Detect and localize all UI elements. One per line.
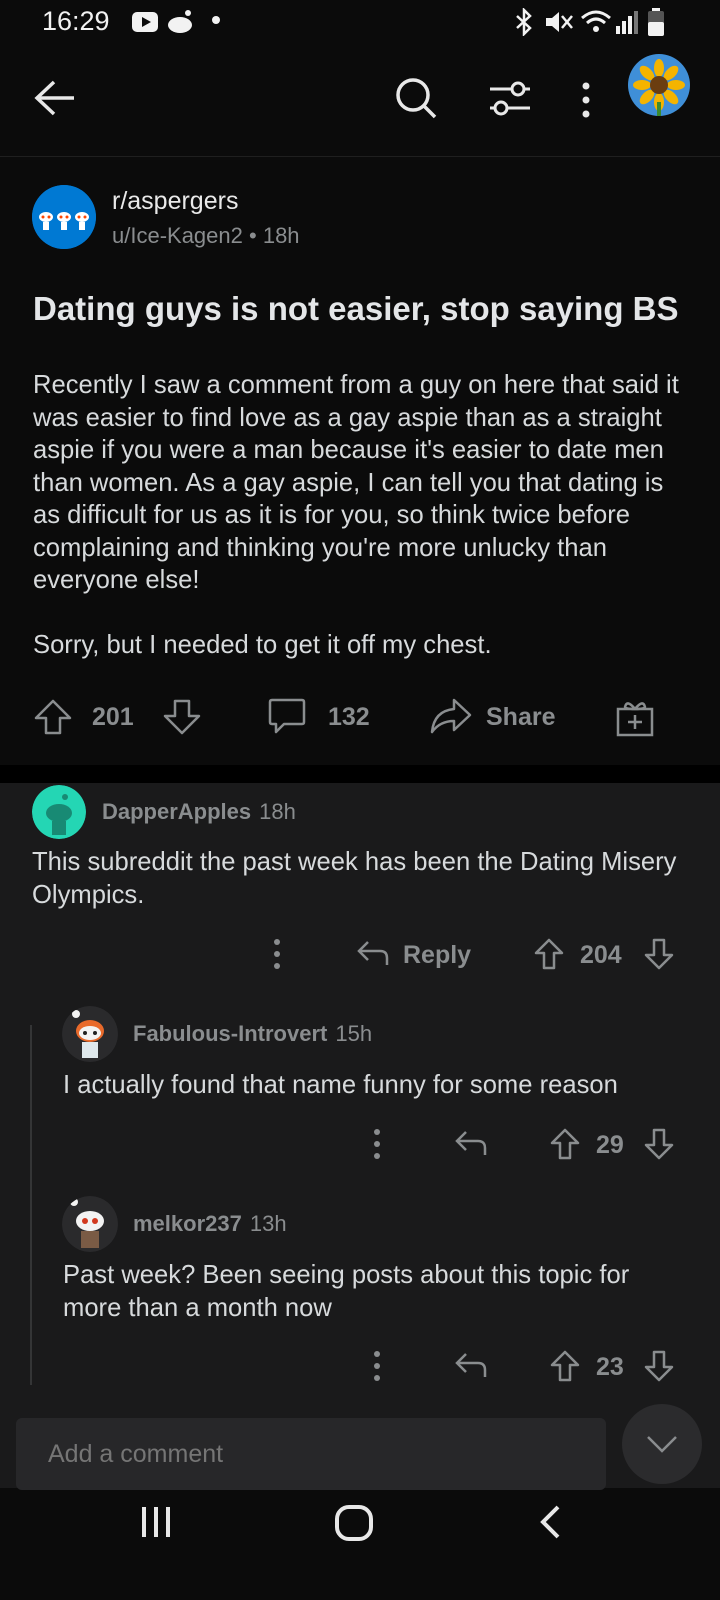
top-app-bar xyxy=(0,46,720,157)
scroll-next-button[interactable] xyxy=(622,1404,702,1484)
comment-avatar[interactable] xyxy=(62,1006,118,1062)
comment-author-name[interactable]: DapperApples xyxy=(102,799,251,824)
post-title: Dating guys is not easier, stop saying B… xyxy=(33,290,679,327)
post-body: Recently I saw a comment from a guy on h… xyxy=(33,371,679,659)
comment-vote-count: 23 xyxy=(596,1353,624,1381)
more-vertical-icon[interactable] xyxy=(372,1128,382,1160)
reply-button[interactable]: Reply xyxy=(403,941,471,970)
reply-icon[interactable] xyxy=(454,1350,488,1380)
notification-dot-icon xyxy=(212,16,220,24)
comment-avatar[interactable] xyxy=(62,1196,118,1252)
thread-line[interactable] xyxy=(30,1025,32,1385)
more-vertical-icon[interactable] xyxy=(272,938,282,970)
home-icon[interactable] xyxy=(334,1504,374,1542)
post-meta: u/Ice-Kagen2 • 18h xyxy=(112,223,300,249)
more-vertical-icon[interactable] xyxy=(372,1350,382,1382)
bluetooth-icon xyxy=(516,8,532,36)
post-age: 18h xyxy=(262,223,300,248)
comment-author[interactable]: DapperApples 18h xyxy=(102,799,296,825)
subreddit-avatar[interactable] xyxy=(32,185,96,249)
comment-icon[interactable] xyxy=(268,697,306,735)
post-comment-count[interactable]: 132 xyxy=(328,703,370,732)
back-nav-icon[interactable] xyxy=(538,1504,564,1540)
downvote-icon[interactable] xyxy=(644,1128,674,1160)
comment-author[interactable]: Fabulous-Introvert 15h xyxy=(133,1021,372,1047)
comment-age: 18h xyxy=(259,799,296,824)
chevron-down-icon xyxy=(647,1436,677,1453)
comment-author[interactable]: melkor237 13h xyxy=(133,1211,287,1237)
reddit-notification-icon xyxy=(168,10,192,33)
downvote-icon[interactable] xyxy=(644,1350,674,1382)
comment-age: 13h xyxy=(249,1211,287,1236)
comment-body: I actually found that name funny for som… xyxy=(63,1071,618,1099)
section-divider xyxy=(0,765,720,783)
comment-avatar[interactable] xyxy=(32,785,86,839)
reply-icon[interactable] xyxy=(356,938,390,968)
downvote-icon[interactable] xyxy=(644,938,674,970)
award-gift-icon[interactable] xyxy=(615,697,655,737)
arrow-left-icon[interactable] xyxy=(34,80,76,116)
upvote-icon[interactable] xyxy=(534,938,564,970)
search-icon[interactable] xyxy=(394,76,438,120)
upvote-icon[interactable] xyxy=(34,699,72,735)
upvote-icon[interactable] xyxy=(550,1350,580,1382)
reply-icon[interactable] xyxy=(454,1128,488,1158)
system-nav-bar xyxy=(0,1500,720,1600)
status-bar: 16:29 xyxy=(0,0,720,46)
post-author[interactable]: u/Ice-Kagen2 xyxy=(112,223,243,248)
wifi-icon xyxy=(581,10,611,32)
comment-body: Past week? Been seeing posts about this … xyxy=(63,1261,630,1322)
sunflower-avatar[interactable] xyxy=(628,54,690,116)
share-button[interactable]: Share xyxy=(486,703,555,732)
signal-icon xyxy=(616,11,638,34)
add-comment-input[interactable] xyxy=(16,1418,606,1490)
sort-filter-icon[interactable] xyxy=(488,80,532,118)
youtube-icon xyxy=(132,12,158,32)
post-actions: 201 132 Share xyxy=(0,695,720,765)
battery-icon xyxy=(648,8,664,36)
downvote-icon[interactable] xyxy=(163,699,201,735)
comment-vote-count: 29 xyxy=(596,1131,624,1159)
post-vote-count: 201 xyxy=(92,703,134,731)
comment-vote-count: 204 xyxy=(580,941,622,969)
status-time: 16:29 xyxy=(42,6,110,36)
comment-age: 15h xyxy=(335,1021,373,1046)
upvote-icon[interactable] xyxy=(550,1128,580,1160)
mute-icon xyxy=(546,12,573,32)
recent-apps-icon[interactable] xyxy=(140,1505,174,1539)
meta-separator: • xyxy=(249,223,257,248)
share-icon[interactable] xyxy=(430,697,472,735)
comment-author-name[interactable]: melkor237 xyxy=(133,1211,242,1236)
subreddit-name[interactable]: r/aspergers xyxy=(112,187,238,216)
comment-body: This subreddit the past week has been th… xyxy=(32,848,677,909)
more-vertical-icon[interactable] xyxy=(580,80,592,120)
comment-author-name[interactable]: Fabulous-Introvert xyxy=(133,1021,327,1046)
